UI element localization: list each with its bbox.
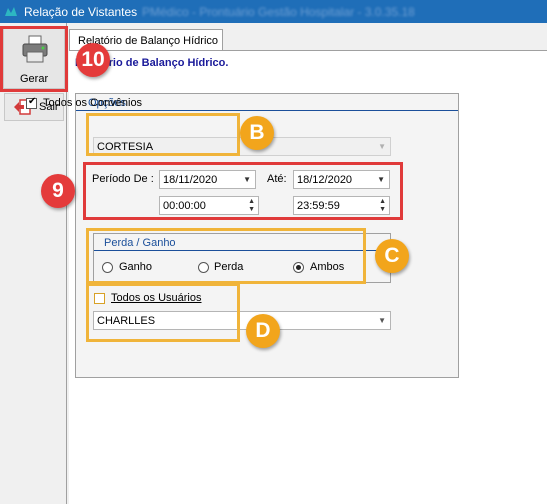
badge-9: 9 xyxy=(41,174,75,208)
highlight-box-c xyxy=(86,228,366,284)
badge-b: B xyxy=(240,116,274,150)
window-title-suffix: PMédico - Prontuário Gestão Hospitalar -… xyxy=(142,5,415,19)
highlight-box-b xyxy=(86,113,240,156)
app-logo-icon xyxy=(5,7,17,16)
highlight-box-10 xyxy=(0,26,68,92)
todos-convenios-checkbox[interactable]: ✔ xyxy=(26,96,37,109)
opcoes-divider xyxy=(76,110,458,111)
title-bar: Relação de Vistantes PMédico - Prontuári… xyxy=(0,0,547,23)
highlight-box-d xyxy=(86,283,240,342)
todos-convenios-label: Todos os Convênios xyxy=(43,97,143,109)
badge-10: 10 xyxy=(76,43,110,77)
chevron-down-icon[interactable]: ▼ xyxy=(378,316,386,325)
window-title: Relação de Vistantes xyxy=(24,5,138,19)
highlight-box-9 xyxy=(83,162,403,220)
checkmark-icon: ✔ xyxy=(28,96,37,107)
badge-c: C xyxy=(375,239,409,273)
badge-d: D xyxy=(246,314,280,348)
chevron-down-icon: ▼ xyxy=(378,142,386,151)
